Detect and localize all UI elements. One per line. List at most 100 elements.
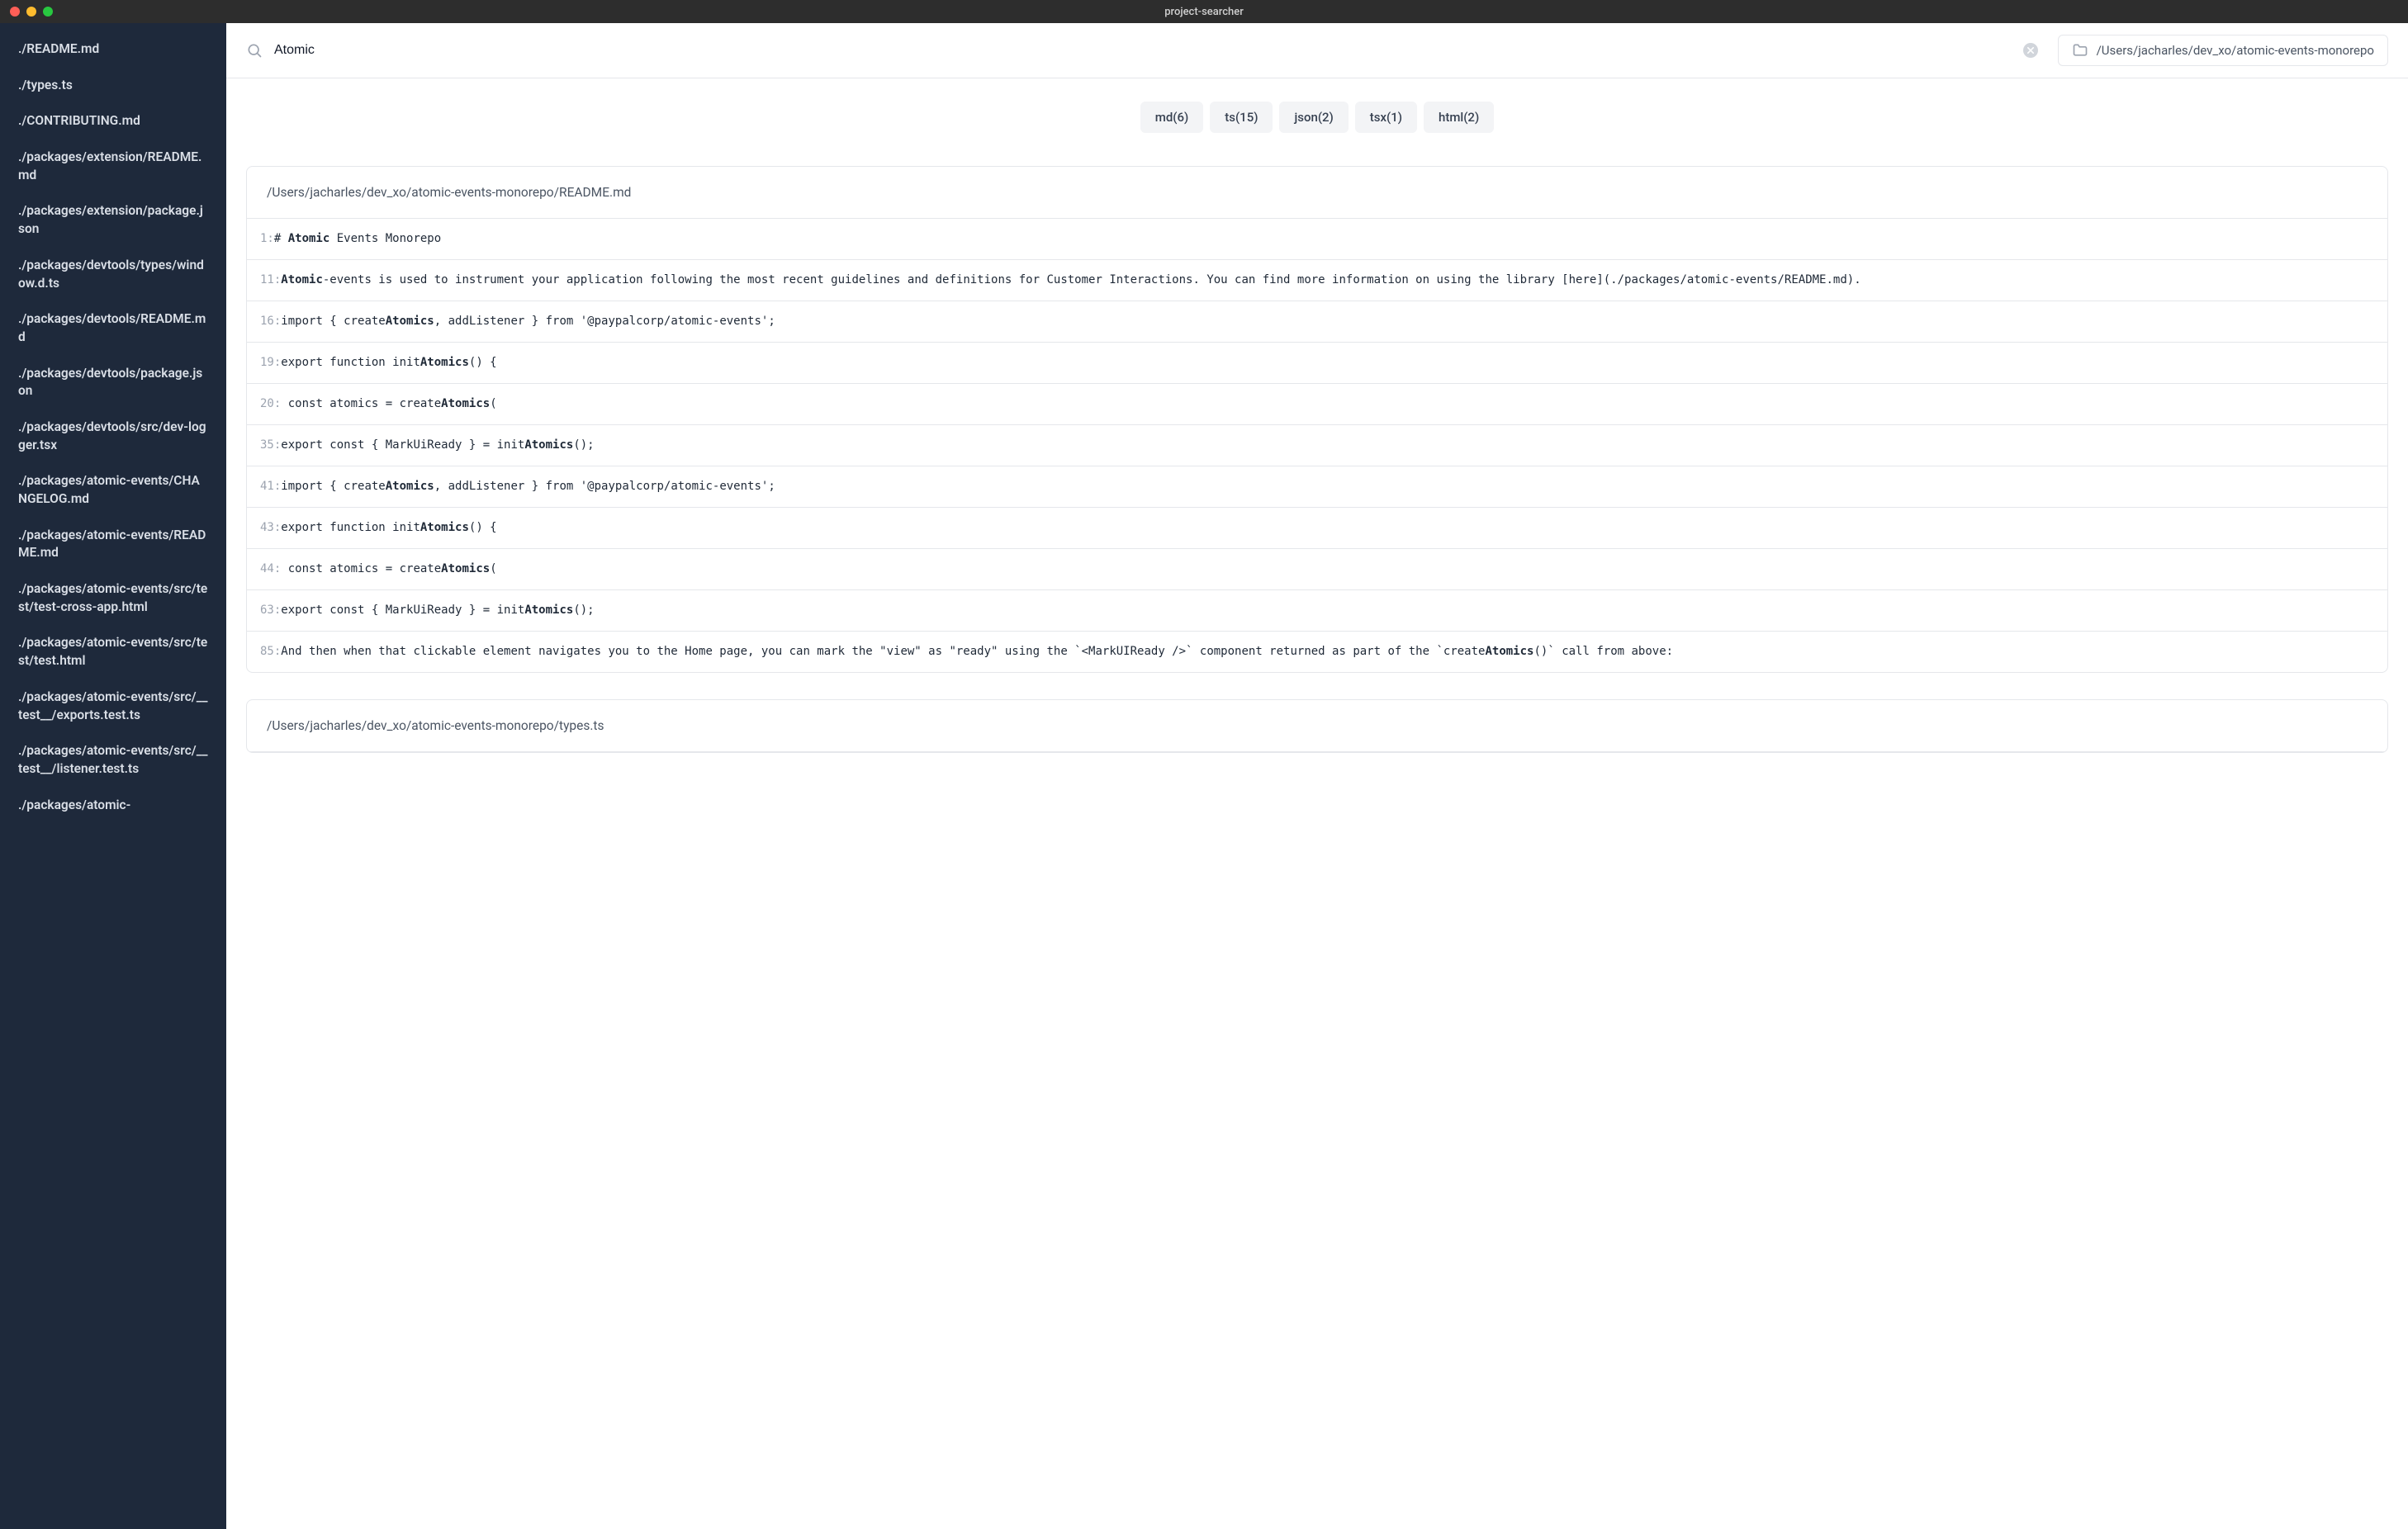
result-line[interactable]: 16:import { createAtomics, addListener }… bbox=[247, 301, 2387, 343]
sidebar-item[interactable]: ./packages/extension/package.json bbox=[0, 193, 226, 247]
close-icon bbox=[2027, 47, 2034, 54]
main-panel: /Users/jacharles/dev_xo/atomic-events-mo… bbox=[226, 23, 2408, 1529]
line-text-post: () { bbox=[469, 521, 497, 534]
sidebar-item[interactable]: ./packages/atomic- bbox=[0, 788, 226, 824]
filter-pills: md(6)ts(15)json(2)tsx(1)html(2) bbox=[246, 102, 2388, 133]
folder-icon bbox=[2072, 42, 2088, 59]
search-input[interactable] bbox=[274, 43, 2012, 58]
result-line[interactable]: 44: const atomics = createAtomics( bbox=[247, 549, 2387, 590]
line-number: 43: bbox=[260, 521, 281, 534]
result-line[interactable]: 35:export const { MarkUiReady } = initAt… bbox=[247, 425, 2387, 466]
search-icon bbox=[246, 42, 263, 59]
clear-search-button[interactable] bbox=[2023, 43, 2038, 58]
result-file-path[interactable]: /Users/jacharles/dev_xo/atomic-events-mo… bbox=[247, 700, 2387, 752]
match-highlight: Atomics bbox=[524, 604, 573, 617]
result-line[interactable]: 11:Atomic-events is used to instrument y… bbox=[247, 260, 2387, 301]
match-highlight: Atomic bbox=[281, 273, 323, 286]
line-number: 35: bbox=[260, 438, 281, 452]
sidebar: ./README.md./types.ts./CONTRIBUTING.md./… bbox=[0, 23, 226, 1529]
result-line[interactable]: 85:And then when that clickable element … bbox=[247, 632, 2387, 672]
app-root: project-searcher ./README.md./types.ts./… bbox=[0, 0, 2408, 1529]
line-text-post: (); bbox=[573, 604, 594, 617]
result-line[interactable]: 20: const atomics = createAtomics( bbox=[247, 384, 2387, 425]
folder-path-text: /Users/jacharles/dev_xo/atomic-events-mo… bbox=[2097, 43, 2374, 58]
line-number: 19: bbox=[260, 356, 281, 369]
match-highlight: Atomics bbox=[386, 315, 434, 328]
sidebar-item[interactable]: ./packages/devtools/src/dev-logger.tsx bbox=[0, 409, 226, 463]
results-container: /Users/jacharles/dev_xo/atomic-events-mo… bbox=[246, 166, 2388, 753]
line-text-post: -events is used to instrument your appli… bbox=[323, 273, 1861, 286]
match-highlight: Atomics bbox=[441, 397, 490, 410]
line-text-pre: const atomics = create bbox=[281, 562, 441, 575]
content-scroll: md(6)ts(15)json(2)tsx(1)html(2) /Users/j… bbox=[226, 78, 2408, 1529]
sidebar-item[interactable]: ./packages/atomic-events/src/__test__/ex… bbox=[0, 679, 226, 733]
match-highlight: Atomic bbox=[288, 232, 330, 245]
traffic-lights bbox=[10, 7, 53, 17]
line-text-pre: And then when that clickable element nav… bbox=[281, 645, 1485, 658]
result-line[interactable]: 1:# Atomic Events Monorepo bbox=[247, 219, 2387, 260]
match-highlight: Atomics bbox=[420, 356, 469, 369]
sidebar-item[interactable]: ./packages/atomic-events/src/test/test.h… bbox=[0, 625, 226, 679]
line-number: 85: bbox=[260, 645, 281, 658]
match-highlight: Atomics bbox=[1485, 645, 1533, 658]
window-title: project-searcher bbox=[1164, 6, 1244, 18]
match-highlight: Atomics bbox=[524, 438, 573, 452]
result-line[interactable]: 41:import { createAtomics, addListener }… bbox=[247, 466, 2387, 508]
line-text-pre: export function init bbox=[281, 356, 420, 369]
filter-pill[interactable]: md(6) bbox=[1140, 102, 1203, 133]
line-text-post: , addListener } from '@paypalcorp/atomic… bbox=[434, 480, 775, 493]
sidebar-item[interactable]: ./packages/devtools/types/window.d.ts bbox=[0, 248, 226, 301]
match-highlight: Atomics bbox=[420, 521, 469, 534]
line-text-post: ( bbox=[490, 562, 496, 575]
line-text-pre: export const { MarkUiReady } = init bbox=[281, 604, 524, 617]
filter-pill[interactable]: json(2) bbox=[1279, 102, 1348, 133]
line-text-post: () { bbox=[469, 356, 497, 369]
sidebar-item[interactable]: ./README.md bbox=[0, 31, 226, 68]
sidebar-item[interactable]: ./CONTRIBUTING.md bbox=[0, 103, 226, 140]
result-file-path[interactable]: /Users/jacharles/dev_xo/atomic-events-mo… bbox=[247, 167, 2387, 219]
line-text-pre: import { create bbox=[281, 315, 385, 328]
line-text-post: Events Monorepo bbox=[329, 232, 441, 245]
sidebar-item[interactable]: ./packages/extension/README.md bbox=[0, 140, 226, 193]
sidebar-item[interactable]: ./packages/atomic-events/src/test/test-c… bbox=[0, 571, 226, 625]
line-number: 11: bbox=[260, 273, 281, 286]
line-number: 41: bbox=[260, 480, 281, 493]
app-body: ./README.md./types.ts./CONTRIBUTING.md./… bbox=[0, 23, 2408, 1529]
line-number: 20: bbox=[260, 397, 281, 410]
line-text-pre: const atomics = create bbox=[281, 397, 441, 410]
search-row: /Users/jacharles/dev_xo/atomic-events-mo… bbox=[226, 23, 2408, 78]
close-window-button[interactable] bbox=[10, 7, 20, 17]
filter-pill[interactable]: html(2) bbox=[1424, 102, 1494, 133]
filter-pill[interactable]: ts(15) bbox=[1210, 102, 1273, 133]
line-text-post: ( bbox=[490, 397, 496, 410]
sidebar-item[interactable]: ./packages/atomic-events/src/__test__/li… bbox=[0, 733, 226, 787]
search-box bbox=[246, 42, 2045, 59]
line-text-pre: import { create bbox=[281, 480, 385, 493]
sidebar-item[interactable]: ./packages/atomic-events/README.md bbox=[0, 518, 226, 571]
sidebar-item[interactable]: ./packages/atomic-events/CHANGELOG.md bbox=[0, 463, 226, 517]
result-card: /Users/jacharles/dev_xo/atomic-events-mo… bbox=[246, 699, 2388, 753]
line-number: 44: bbox=[260, 562, 281, 575]
sidebar-item[interactable]: ./types.ts bbox=[0, 68, 226, 104]
sidebar-item[interactable]: ./packages/devtools/package.json bbox=[0, 356, 226, 409]
line-text-pre: export const { MarkUiReady } = init bbox=[281, 438, 524, 452]
filter-pill[interactable]: tsx(1) bbox=[1355, 102, 1417, 133]
line-number: 1: bbox=[260, 232, 274, 245]
line-text-post: ()` call from above: bbox=[1533, 645, 1673, 658]
result-card: /Users/jacharles/dev_xo/atomic-events-mo… bbox=[246, 166, 2388, 673]
result-line[interactable]: 43:export function initAtomics() { bbox=[247, 508, 2387, 549]
maximize-window-button[interactable] bbox=[43, 7, 53, 17]
folder-path-box[interactable]: /Users/jacharles/dev_xo/atomic-events-mo… bbox=[2058, 35, 2388, 66]
result-line[interactable]: 19:export function initAtomics() { bbox=[247, 343, 2387, 384]
match-highlight: Atomics bbox=[441, 562, 490, 575]
minimize-window-button[interactable] bbox=[26, 7, 36, 17]
window-titlebar: project-searcher bbox=[0, 0, 2408, 23]
match-highlight: Atomics bbox=[386, 480, 434, 493]
line-number: 16: bbox=[260, 315, 281, 328]
line-text-post: (); bbox=[573, 438, 594, 452]
line-text-pre: export function init bbox=[281, 521, 420, 534]
line-text-post: , addListener } from '@paypalcorp/atomic… bbox=[434, 315, 775, 328]
result-line[interactable]: 63:export const { MarkUiReady } = initAt… bbox=[247, 590, 2387, 632]
sidebar-item[interactable]: ./packages/devtools/README.md bbox=[0, 301, 226, 355]
line-text-pre: # bbox=[274, 232, 288, 245]
